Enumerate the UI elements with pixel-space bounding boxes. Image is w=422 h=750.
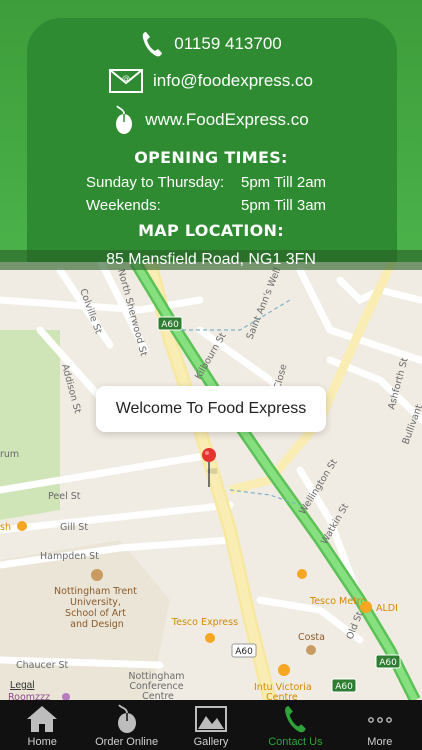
svg-text:@: @ bbox=[122, 74, 130, 83]
email-address[interactable]: info@foodexpress.co bbox=[153, 71, 313, 91]
svg-text:Tesco Metro: Tesco Metro bbox=[309, 596, 367, 607]
svg-text:Costa: Costa bbox=[298, 632, 325, 643]
street-label: Hampden St bbox=[40, 551, 99, 562]
email-icon: @ bbox=[109, 69, 144, 93]
phone-icon bbox=[142, 32, 163, 57]
more-icon bbox=[367, 717, 392, 723]
street-label: Chaucer St bbox=[16, 660, 69, 671]
address-text: 85 Mansfield Road, NG1 3FN bbox=[106, 251, 316, 268]
legal-link[interactable]: Legal bbox=[10, 680, 34, 691]
mouse-icon bbox=[116, 105, 133, 134]
road-badge: A60 bbox=[157, 316, 183, 331]
phone-icon bbox=[285, 706, 307, 733]
tab-contact-us[interactable]: Contact Us bbox=[253, 700, 337, 750]
tab-label: Contact Us bbox=[268, 736, 323, 748]
svg-text:sh: sh bbox=[0, 522, 11, 533]
website-url[interactable]: www.FoodExpress.co bbox=[145, 110, 308, 130]
tab-label: Gallery bbox=[193, 736, 229, 748]
tab-home[interactable]: Home bbox=[0, 700, 84, 750]
home-icon bbox=[27, 706, 58, 732]
road-badge: A60 bbox=[375, 654, 401, 669]
tab-label: Order Online bbox=[95, 736, 159, 748]
svg-text:Tesco Express: Tesco Express bbox=[171, 617, 238, 628]
gallery-icon bbox=[195, 706, 228, 732]
tab-bar: Home Order Online Gallery Contact Us Mor… bbox=[0, 700, 422, 750]
hours-days: Weekends: bbox=[86, 197, 161, 214]
tab-label: Home bbox=[27, 736, 57, 748]
map-callout[interactable]: Welcome To Food Express bbox=[96, 386, 326, 432]
svg-text:A60: A60 bbox=[335, 682, 353, 692]
poi-aldi[interactable]: ALDI bbox=[360, 601, 398, 614]
svg-text:ALDI: ALDI bbox=[376, 603, 398, 614]
tab-more[interactable]: More bbox=[338, 700, 422, 750]
tab-order-online[interactable]: Order Online bbox=[84, 700, 168, 750]
map-location-heading: MAP LOCATION: bbox=[138, 221, 284, 240]
tab-label: More bbox=[367, 736, 393, 748]
tab-gallery[interactable]: Gallery bbox=[169, 700, 253, 750]
opening-times-heading: OPENING TIMES: bbox=[134, 148, 288, 167]
street-label: Peel St bbox=[48, 491, 81, 502]
svg-text:A60: A60 bbox=[235, 647, 253, 657]
phone-number[interactable]: 01159 413700 bbox=[174, 34, 281, 54]
road-badge: A60 bbox=[331, 678, 357, 693]
phone-row[interactable]: 01159 413700 bbox=[0, 30, 422, 58]
website-row[interactable]: www.FoodExpress.co bbox=[0, 105, 422, 135]
location-pin-icon[interactable] bbox=[201, 447, 217, 489]
street-label: Gill St bbox=[60, 522, 88, 533]
street-label: rum bbox=[0, 449, 19, 460]
svg-text:A60: A60 bbox=[379, 658, 397, 668]
mouse-icon bbox=[117, 704, 136, 733]
hours-time: 5pm Till 3am bbox=[241, 197, 327, 214]
svg-text:A60: A60 bbox=[161, 320, 179, 330]
hours-days: Sunday to Thursday: bbox=[86, 174, 225, 191]
hours-time: 5pm Till 2am bbox=[241, 174, 327, 191]
email-row[interactable]: @ info@foodexpress.co bbox=[0, 69, 422, 93]
road-badge: A60 bbox=[231, 643, 257, 658]
